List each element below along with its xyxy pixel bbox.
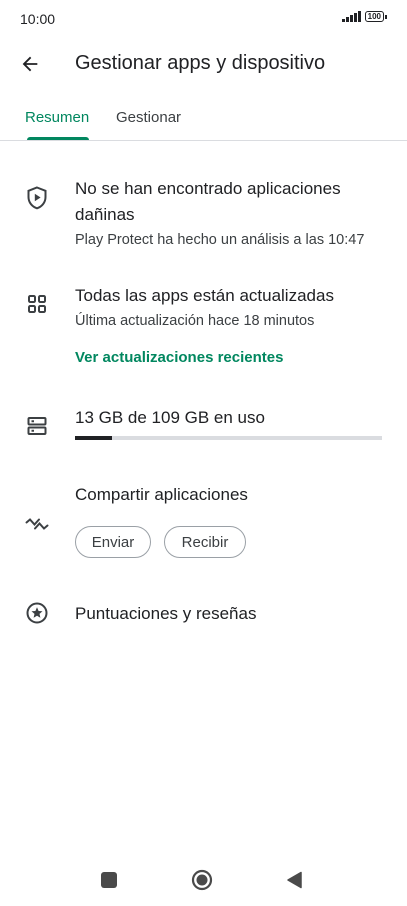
tab-gestionar[interactable]: Gestionar	[116, 109, 181, 126]
status-time: 10:00	[20, 11, 56, 27]
nav-back-button[interactable]	[286, 871, 304, 889]
updates-title: Todas las apps están actualizadas	[75, 286, 334, 305]
play-protect-detail: Play Protect ha hecho un análisis a las …	[75, 232, 365, 248]
home-button[interactable]	[191, 869, 213, 891]
storage-progress-fill	[75, 436, 112, 440]
back-arrow-icon[interactable]	[16, 50, 44, 78]
tab-resumen[interactable]: Resumen	[25, 109, 89, 126]
storage-label: 13 GB de 109 GB en uso	[75, 408, 265, 427]
shield-icon	[24, 185, 50, 211]
recent-updates-link[interactable]: Ver actualizaciones recientes	[75, 349, 283, 366]
status-icons: 100	[342, 11, 387, 22]
play-protect-title-line1: No se han encontrado aplicaciones	[75, 179, 341, 198]
share-apps-title: Compartir aplicaciones	[75, 485, 248, 504]
page-title: Gestionar apps y dispositivo	[75, 52, 326, 74]
storage-progress-bar	[75, 436, 382, 440]
storage-icon	[24, 413, 50, 439]
updates-detail: Última actualización hace 18 minutos	[75, 313, 315, 329]
share-apps-icon	[24, 511, 50, 537]
receive-button[interactable]: Recibir	[164, 526, 246, 558]
star-icon	[24, 600, 50, 626]
battery-icon: 100	[364, 11, 387, 22]
send-button[interactable]: Enviar	[75, 526, 151, 558]
recents-button[interactable]	[101, 872, 117, 888]
apps-grid-icon	[24, 291, 50, 317]
battery-level: 100	[364, 11, 384, 22]
ratings-title[interactable]: Puntuaciones y reseñas	[75, 601, 256, 627]
play-protect-title-line2: dañinas	[75, 205, 135, 224]
tabs-divider	[0, 140, 407, 141]
signal-icon	[342, 11, 361, 22]
